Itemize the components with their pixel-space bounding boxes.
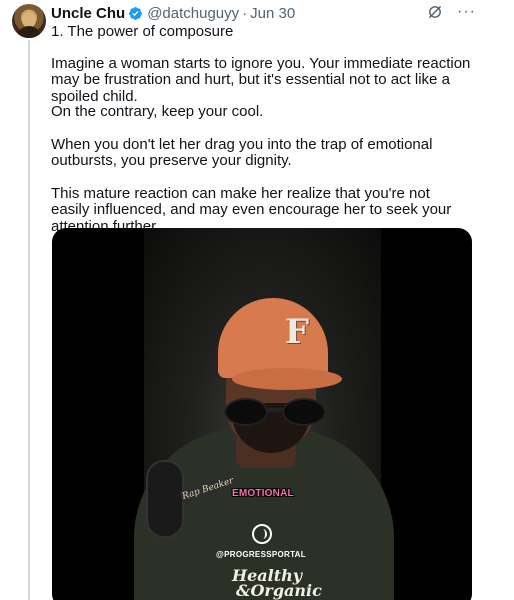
- avatar[interactable]: [12, 4, 46, 38]
- separator-dot: ·: [242, 4, 248, 22]
- brand-logo: Healthy &Organic: [232, 566, 322, 600]
- progress-portal-icon: [252, 524, 272, 544]
- author-handle[interactable]: @datchuguyy: [147, 5, 239, 22]
- grok-icon[interactable]: [427, 4, 443, 20]
- thread-line: [28, 40, 30, 600]
- video-frame[interactable]: F Rap Beaker EMOTIONAL @PROGRESSPORTAL H…: [134, 228, 394, 600]
- more-icon[interactable]: ···: [457, 4, 476, 20]
- tweet-paragraph: Imagine a woman starts to ignore you. Yo…: [51, 55, 471, 105]
- video-caption: EMOTIONAL: [232, 488, 294, 499]
- header-actions: ···: [427, 4, 476, 20]
- watermark-text: @PROGRESSPORTAL: [216, 550, 306, 559]
- tweet-paragraph: When you don't let her drag you into the…: [51, 136, 433, 170]
- cap-logo: F: [284, 312, 310, 352]
- video-media[interactable]: F Rap Beaker EMOTIONAL @PROGRESSPORTAL H…: [52, 228, 472, 600]
- tweet-paragraph: 1. The power of composure: [51, 23, 234, 40]
- verified-badge-icon: [129, 6, 143, 20]
- tweet-date[interactable]: Jun 30: [250, 5, 295, 22]
- sunglasses: [224, 398, 328, 428]
- microphone: [146, 460, 184, 538]
- author-name[interactable]: Uncle Chu: [51, 5, 125, 22]
- tweet-header: Uncle Chu @datchuguyy · Jun 30: [51, 4, 295, 22]
- tweet-paragraph: On the contrary, keep your cool.: [51, 103, 264, 120]
